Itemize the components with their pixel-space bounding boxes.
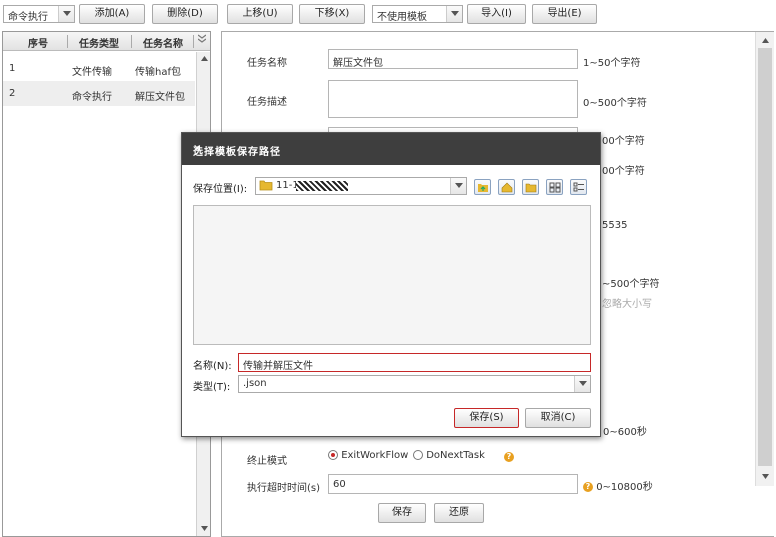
- ignore-case-checkbox[interactable]: 忽略大小写: [602, 295, 652, 310]
- timeout-input[interactable]: 60: [328, 474, 578, 494]
- task-list: 序号 任务类型 任务名称 1 文件传输 传输haf包 2 命令执行 解压文件包: [2, 31, 211, 537]
- name-label: 名称(N):: [193, 361, 232, 372]
- save-button[interactable]: 保存: [378, 503, 426, 523]
- export-button[interactable]: 导出(E): [532, 4, 597, 24]
- file-browser-area[interactable]: [193, 205, 591, 345]
- task-name-value: 解压文件包: [333, 58, 383, 69]
- help-icon[interactable]: ?: [504, 452, 514, 462]
- file-name-value: 传输并解压文件: [243, 361, 313, 372]
- type-label: 类型(T):: [193, 382, 231, 393]
- radio-unselected-icon: [413, 450, 423, 460]
- column-header-type[interactable]: 任务类型: [79, 35, 119, 50]
- add-button[interactable]: 添加(A): [79, 4, 145, 24]
- column-header-index[interactable]: 序号: [28, 35, 48, 50]
- form-scrollbar[interactable]: [755, 32, 774, 486]
- template-select[interactable]: 不使用模板: [372, 5, 463, 23]
- list-view-icon[interactable]: [570, 179, 587, 195]
- radio-selected-icon: [328, 450, 338, 460]
- stop-mode-label: 终止模式: [247, 456, 287, 467]
- import-button[interactable]: 导入(I): [467, 4, 526, 24]
- help-icon[interactable]: ?: [583, 482, 593, 492]
- timeout-label: 执行超时时间(s): [247, 483, 321, 494]
- dialog-title-bar[interactable]: 选择模板保存路径 ×: [182, 133, 600, 165]
- timeout-value: 60: [333, 479, 346, 490]
- cell-type: 命令执行: [72, 92, 112, 103]
- task-list-header: 序号 任务类型 任务名称: [3, 32, 210, 51]
- chevron-down-icon: [450, 178, 466, 194]
- scroll-up-icon[interactable]: [756, 34, 774, 48]
- timeout-hint: 0~10800秒: [596, 482, 653, 493]
- cell-index: 2: [9, 88, 16, 99]
- field-5-hint: 5535: [602, 220, 628, 231]
- cell-index: 1: [9, 63, 16, 74]
- new-folder-icon[interactable]: [522, 179, 539, 195]
- chevron-down-icon: [574, 376, 590, 392]
- cell-name: 解压文件包: [135, 92, 185, 103]
- task-desc-label: 任务描述: [247, 97, 287, 108]
- table-row[interactable]: 2 命令执行 解压文件包: [3, 81, 195, 106]
- column-header-name[interactable]: 任务名称: [143, 35, 183, 50]
- scrollbar-thumb[interactable]: [758, 48, 772, 466]
- location-select[interactable]: 11-1: [255, 177, 467, 195]
- file-type-select[interactable]: .json: [238, 375, 591, 393]
- field-6-hint: ~500个字符: [602, 279, 660, 290]
- scroll-down-icon[interactable]: [197, 522, 210, 536]
- task-name-hint: 1~50个字符: [583, 58, 641, 69]
- mode-select[interactable]: 命令执行: [3, 5, 75, 23]
- stop-mode-next-radio[interactable]: DoNextTask: [413, 450, 485, 461]
- stop-mode-exit-label: ExitWorkFlow: [341, 450, 409, 461]
- template-select-value: 不使用模板: [377, 12, 427, 23]
- task-name-input[interactable]: 解压文件包: [328, 49, 578, 69]
- mode-select-value: 命令执行: [8, 12, 48, 23]
- close-icon[interactable]: ×: [193, 143, 591, 154]
- ignore-case-label: 忽略大小写: [602, 299, 652, 310]
- file-type-value: .json: [243, 378, 267, 389]
- location-label: 保存位置(I):: [193, 184, 248, 195]
- home-icon[interactable]: [498, 179, 515, 195]
- table-row[interactable]: 1 文件传输 传输haf包: [3, 56, 195, 81]
- up-folder-icon[interactable]: [474, 179, 491, 195]
- cell-type: 文件传输: [72, 67, 112, 78]
- dialog-cancel-button[interactable]: 取消(C): [525, 408, 591, 428]
- field-4-hint: 00个字符: [602, 166, 645, 177]
- app-window: 命令执行 添加(A) 删除(D) 上移(U) 下移(X) 不使用模板 导入(I)…: [0, 0, 776, 537]
- double-chevron-down-icon[interactable]: [197, 34, 207, 47]
- field-8-hint: 0~600秒: [603, 427, 647, 438]
- cell-name: 传输haf包: [135, 67, 181, 78]
- delete-button[interactable]: 删除(D): [152, 4, 218, 24]
- task-desc-hint: 0~500个字符: [583, 98, 647, 109]
- task-desc-textarea[interactable]: [328, 80, 578, 118]
- task-name-label: 任务名称: [247, 58, 287, 69]
- scroll-up-icon[interactable]: [197, 52, 210, 66]
- save-template-dialog: 选择模板保存路径 × 保存位置(I): 11-1 名称(N): 传输并解压文件 …: [181, 132, 601, 437]
- dialog-save-button[interactable]: 保存(S): [454, 408, 519, 428]
- move-up-button[interactable]: 上移(U): [227, 4, 293, 24]
- folder-icon: [259, 179, 273, 194]
- redacted-path: [296, 181, 348, 191]
- field-3-hint: 00个字符: [602, 136, 645, 147]
- restore-button[interactable]: 还原: [434, 503, 484, 523]
- chevron-down-icon: [446, 6, 462, 22]
- stop-mode-next-label: DoNextTask: [426, 450, 485, 461]
- icon-view-icon[interactable]: [546, 179, 563, 195]
- file-name-input[interactable]: 传输并解压文件: [238, 353, 591, 372]
- chevron-down-icon: [58, 6, 74, 22]
- timeout-hint-wrap: ? 0~10800秒: [583, 478, 653, 493]
- stop-mode-exit-radio[interactable]: ExitWorkFlow: [328, 450, 408, 461]
- move-down-button[interactable]: 下移(X): [299, 4, 365, 24]
- scroll-down-icon[interactable]: [756, 470, 774, 484]
